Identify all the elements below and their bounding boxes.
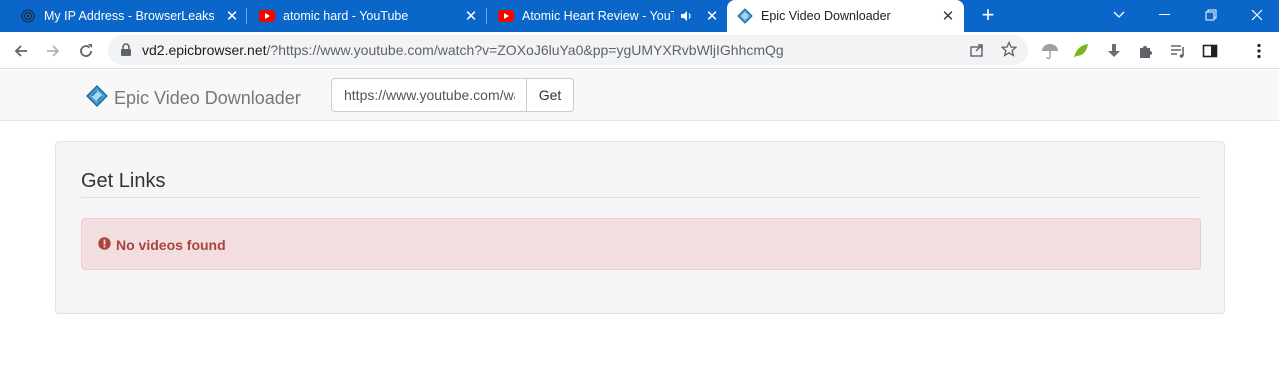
error-alert: No videos found (81, 218, 1201, 270)
extensions-puzzle-icon[interactable] (1136, 41, 1156, 61)
lock-icon[interactable] (120, 43, 132, 62)
tab-title: atomic hard - YouTube (283, 9, 409, 23)
brand[interactable]: Epic Video Downloader (86, 85, 301, 112)
tab-title: My IP Address - BrowserLeaks (44, 9, 214, 23)
close-tab-icon[interactable]: ✕ (462, 7, 480, 25)
divider (81, 197, 1201, 198)
speaker-icon[interactable] (680, 9, 694, 26)
restore-button[interactable] (1188, 0, 1234, 30)
tab-strip: My IP Address - BrowserLeaks ✕ atomic ha… (0, 0, 1279, 32)
epic-logo-icon (86, 85, 108, 112)
reload-button[interactable] (73, 38, 99, 64)
address-bar[interactable]: vd2.epicbrowser.net/?https://www.youtube… (108, 35, 1028, 65)
address-path: /?https://www.youtube.com/watch?v=ZOXoJ6… (266, 42, 784, 58)
side-panel-icon[interactable] (1200, 41, 1220, 61)
browser-toolbar: vd2.epicbrowser.net/?https://www.youtube… (0, 32, 1279, 69)
close-tab-icon[interactable]: ✕ (223, 7, 241, 25)
tab-browserleaks[interactable]: My IP Address - BrowserLeaks ✕ (0, 0, 246, 32)
close-window-button[interactable] (1234, 0, 1279, 30)
youtube-icon (259, 8, 275, 24)
download-icon[interactable] (1104, 41, 1124, 61)
get-links-panel: Get Links No videos found (55, 141, 1225, 314)
back-arrow-icon (14, 45, 27, 57)
new-tab-button[interactable]: + (976, 4, 1000, 28)
panel-title: Get Links (81, 170, 166, 192)
address-host: vd2.epicbrowser.net (142, 42, 267, 58)
epic-diamond-icon (737, 8, 753, 24)
reload-icon (80, 44, 92, 57)
menu-kebab-icon[interactable] (1249, 41, 1269, 61)
close-tab-icon[interactable]: ✕ (703, 7, 721, 25)
forward-arrow-icon (47, 45, 60, 57)
exclamation-circle-icon (98, 237, 111, 255)
tab-search-button[interactable] (1096, 0, 1142, 30)
back-button[interactable] (8, 38, 34, 64)
tab-atomic-hard[interactable]: atomic hard - YouTube ✕ (247, 0, 485, 32)
bookmark-star-icon[interactable] (1000, 40, 1018, 62)
app-navbar: Epic Video Downloader Get (0, 70, 1279, 121)
address-url[interactable]: vd2.epicbrowser.net/?https://www.youtube… (142, 42, 784, 58)
brand-name: Epic Video Downloader (114, 88, 301, 108)
tab-atomic-heart-review[interactable]: Atomic Heart Review - YouTube ✕ (487, 0, 725, 32)
alert-message: No videos found (116, 237, 226, 253)
share-icon[interactable] (969, 42, 985, 63)
forward-button[interactable] (40, 38, 66, 64)
close-tab-icon[interactable]: ✕ (939, 7, 957, 25)
video-url-input[interactable] (331, 78, 527, 112)
tab-title: Atomic Heart Review - YouTube (522, 9, 674, 23)
tab-title: Epic Video Downloader (761, 9, 891, 23)
minimize-button[interactable] (1142, 0, 1188, 30)
umbrella-icon[interactable] (1040, 41, 1060, 61)
media-queue-icon[interactable] (1168, 41, 1188, 61)
get-button[interactable]: Get (526, 78, 574, 112)
youtube-icon (498, 8, 514, 24)
fingerprint-icon (20, 8, 36, 24)
leaf-icon[interactable] (1071, 41, 1091, 61)
tab-epic-video-downloader[interactable]: Epic Video Downloader ✕ (727, 0, 964, 32)
